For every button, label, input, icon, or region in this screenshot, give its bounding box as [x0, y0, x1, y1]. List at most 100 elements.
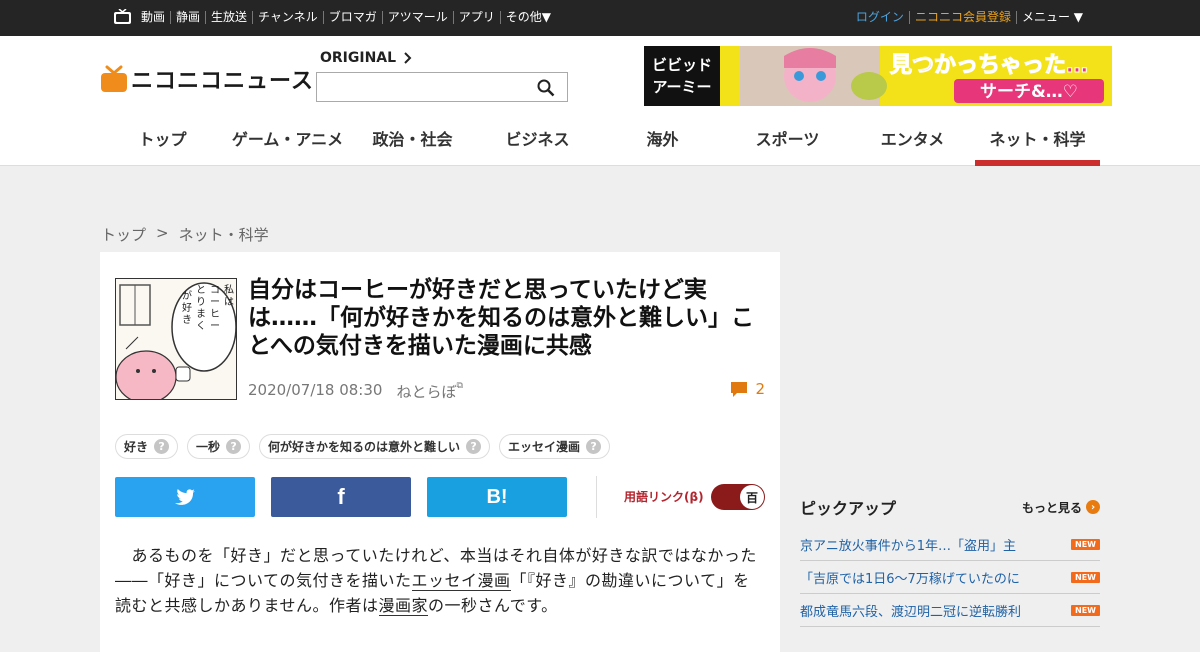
body-text-3: の一秒さんです。: [428, 596, 558, 615]
share-divider: [596, 476, 597, 518]
tag-list: 好き? 一秒? 何が好きかを知るのは意外と難しい? エッセイ漫画?: [115, 434, 611, 459]
banner-left-text: ビビッド: [652, 56, 712, 74]
keyword-link-mangaka[interactable]: 漫画家: [378, 596, 429, 616]
ad-banner[interactable]: ビビッド アーミー 見つかっちゃった… サーチ&…♡: [644, 46, 1112, 106]
new-badge: NEW: [1071, 571, 1100, 583]
facebook-icon: f: [337, 484, 345, 509]
service-links: 動画 静画 生放送 チャンネル ブロマガ アツマール アプリ その他▼: [141, 11, 556, 24]
nav-tab-net-science[interactable]: ネット・科学: [975, 114, 1100, 166]
service-link-channel[interactable]: チャンネル: [252, 11, 323, 24]
breadcrumb-separator: >: [156, 224, 169, 242]
breadcrumb-current[interactable]: ネット・科学: [179, 224, 269, 245]
article-title: 自分はコーヒーが好きだと思っていたけど実は……「何が好きかを知るのは意外と難しい…: [248, 277, 754, 359]
comment-icon: [731, 381, 748, 397]
site-header: ニコニコニュース ORIGINAL ビビッド アーミー 見つかっちゃった… サー…: [0, 36, 1200, 166]
keyword-link-essay-manga[interactable]: エッセイ漫画: [411, 571, 511, 591]
pickup-section: ピックアップ もっと見る › 京アニ放火事件から1年…「盗用」主 NEW 「吉原では…: [800, 496, 1100, 627]
register-link[interactable]: ニコニコ会員登録: [908, 11, 1016, 24]
site-logo[interactable]: ニコニコニュース: [100, 63, 314, 95]
tag-item[interactable]: 一秒?: [187, 434, 251, 459]
nav-tab-entame[interactable]: エンタメ: [850, 114, 975, 166]
twitter-bird-icon: [175, 489, 195, 505]
pickup-item[interactable]: 都成竜馬六段、渡辺明二冠に逆転勝利 NEW: [800, 594, 1100, 627]
pickup-title: ピックアップ: [800, 499, 897, 518]
service-link-blomaga[interactable]: ブロマガ: [322, 11, 382, 24]
service-link-other[interactable]: その他▼: [499, 11, 556, 24]
article-date: 2020/07/18 08:30: [248, 381, 383, 399]
top-bar: 動画 静画 生放送 チャンネル ブロマガ アツマール アプリ その他▼ ログイン…: [0, 0, 1200, 36]
tag-label: 好き: [124, 440, 149, 454]
account-links: ログイン ニコニコ会員登録 メニュー ▼: [851, 11, 1088, 24]
more-label: もっと見る: [1021, 500, 1082, 515]
pickup-item-title: 京アニ放火事件から1年…「盗用」主: [800, 538, 1017, 554]
thumbnail-illustration: 私は コーヒー とりまく が好き: [116, 279, 236, 399]
dic-icon: 百: [740, 485, 764, 509]
more-link[interactable]: もっと見る ›: [1022, 499, 1100, 516]
pickup-header: ピックアップ もっと見る ›: [800, 496, 1100, 518]
nav-tab-overseas[interactable]: 海外: [600, 114, 725, 166]
comment-link[interactable]: 2: [731, 380, 765, 398]
pickup-item[interactable]: 京アニ放火事件から1年…「盗用」主 NEW: [800, 528, 1100, 561]
new-badge: NEW: [1071, 538, 1100, 550]
facebook-share-button[interactable]: f: [271, 477, 411, 517]
article-body: あるものを「好き」だと思っていたけれど、本当はそれ自体が好きな訳ではなかった――…: [115, 543, 765, 618]
niconico-logo-icon: [101, 65, 127, 92]
article-source[interactable]: ねとらぼ⧉: [396, 381, 462, 402]
niconico-tv-icon[interactable]: [114, 9, 131, 24]
breadcrumb: トップ > ネット・科学: [101, 224, 269, 245]
svg-text:サーチ&…♡: サーチ&…♡: [980, 82, 1078, 102]
twitter-share-button[interactable]: [115, 477, 255, 517]
tag-item[interactable]: 何が好きかを知るのは意外と難しい?: [259, 434, 491, 459]
comment-count: 2: [755, 380, 765, 398]
tag-item[interactable]: エッセイ漫画?: [499, 434, 611, 459]
yougo-link-label: 用語リンク(β): [624, 490, 704, 504]
pickup-list: 京アニ放火事件から1年…「盗用」主 NEW 「吉原では1日6～7万稼げていたのに N…: [800, 528, 1100, 627]
svg-text:見つかっちゃった…: 見つかっちゃった…: [890, 53, 1088, 78]
article-card: 私は コーヒー とりまく が好き 自分はコーヒーが好きだと思っていたけど実は………: [100, 252, 780, 652]
nav-tab-game-anime[interactable]: ゲーム・アニメ: [225, 114, 350, 166]
service-link-live[interactable]: 生放送: [205, 11, 252, 24]
service-link-app[interactable]: アプリ: [452, 11, 500, 24]
service-link-douga[interactable]: 動画: [141, 11, 170, 24]
source-name: ねとらぼ: [396, 383, 457, 401]
menu-dropdown[interactable]: メニュー ▼: [1015, 11, 1088, 24]
chevron-right-icon: [404, 52, 412, 64]
article-meta: 2020/07/18 08:30 ねとらぼ⧉: [248, 381, 463, 402]
tag-label: 何が好きかを知るのは意外と難しい: [268, 440, 461, 454]
nav-tab-sports[interactable]: スポーツ: [725, 114, 850, 166]
question-icon[interactable]: ?: [466, 439, 482, 454]
sidebar-ad-space: [800, 252, 1100, 482]
nav-tab-top[interactable]: トップ: [100, 114, 225, 166]
pickup-item-title: 都成竜馬六段、渡辺明二冠に逆転勝利: [800, 604, 1022, 620]
nav-tab-politics[interactable]: 政治・社会: [350, 114, 475, 166]
original-link[interactable]: ORIGINAL: [320, 50, 412, 66]
breadcrumb-home[interactable]: トップ: [101, 224, 146, 245]
article-thumbnail[interactable]: 私は コーヒー とりまく が好き: [115, 278, 237, 400]
arrow-right-circle-icon: ›: [1086, 500, 1100, 514]
ad-banner-art: ビビッド アーミー 見つかっちゃった… サーチ&…♡: [644, 46, 1112, 106]
logo-text: ニコニコニュース: [131, 69, 314, 94]
search-input[interactable]: [321, 74, 531, 100]
search-icon[interactable]: [537, 79, 555, 97]
tag-label: エッセイ漫画: [508, 440, 581, 454]
nav-tab-business[interactable]: ビジネス: [475, 114, 600, 166]
yougo-link-toggle[interactable]: 百: [711, 484, 765, 510]
login-link[interactable]: ログイン: [851, 11, 909, 24]
pickup-item[interactable]: 「吉原では1日6～7万稼げていたのに NEW: [800, 561, 1100, 594]
svg-text:アーミー: アーミー: [652, 78, 711, 96]
pickup-item-title: 「吉原では1日6～7万稼げていたのに: [800, 571, 1020, 587]
service-link-seiga[interactable]: 静画: [170, 11, 205, 24]
hatena-bookmark-icon: B!: [486, 485, 508, 508]
question-icon[interactable]: ?: [586, 439, 602, 454]
service-link-atsumaru[interactable]: アツマール: [381, 11, 453, 24]
external-link-icon: ⧉: [456, 381, 463, 391]
question-icon[interactable]: ?: [226, 439, 242, 454]
search-box: [316, 72, 568, 102]
original-label: ORIGINAL: [320, 50, 397, 66]
tag-item[interactable]: 好き?: [115, 434, 179, 459]
new-badge: NEW: [1071, 604, 1100, 616]
category-nav: トップ ゲーム・アニメ 政治・社会 ビジネス 海外 スポーツ エンタメ ネット・…: [100, 114, 1100, 166]
question-icon[interactable]: ?: [154, 439, 170, 454]
tag-label: 一秒: [196, 440, 221, 454]
hatena-bookmark-button[interactable]: B!: [427, 477, 567, 517]
